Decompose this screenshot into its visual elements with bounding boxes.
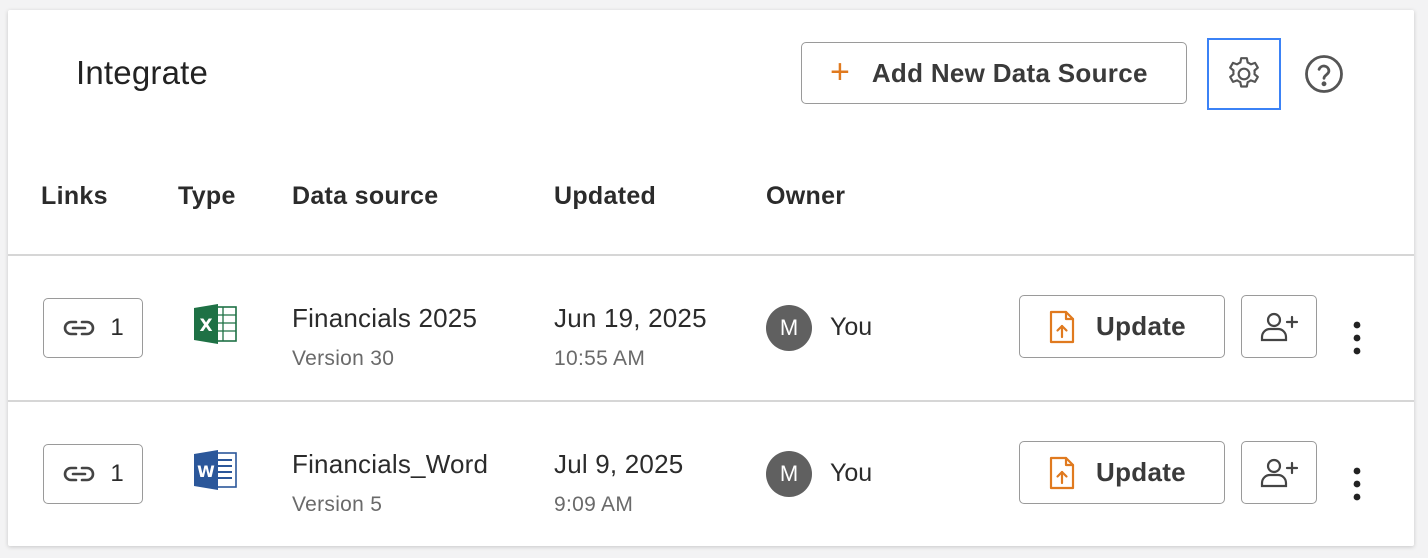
owner-name: You xyxy=(830,459,873,487)
links-count: 1 xyxy=(110,314,124,341)
data-source-name[interactable]: Financials_Word xyxy=(292,449,488,480)
column-header-data-source: Data source xyxy=(292,182,439,210)
update-button-label: Update xyxy=(1096,311,1186,341)
avatar: M xyxy=(766,305,812,351)
link-icon xyxy=(64,466,95,482)
link-icon xyxy=(64,320,95,336)
integrate-panel: Integrate + Add New Data Source Links Ty… xyxy=(8,10,1414,546)
column-header-type: Type xyxy=(178,182,236,210)
update-button-label: Update xyxy=(1096,457,1186,487)
file-upload-icon xyxy=(1049,456,1075,489)
help-button[interactable] xyxy=(1302,52,1346,96)
updated-time: 10:55 AM xyxy=(554,347,646,370)
add-user-icon xyxy=(1260,458,1299,487)
page-title: Integrate xyxy=(76,54,209,91)
update-button[interactable]: Update xyxy=(1019,441,1225,504)
table-row: 1 W Financials_Word Version 5 Jul 9, 202… xyxy=(8,401,1414,547)
data-source-name[interactable]: Financials 2025 xyxy=(292,303,477,334)
updated-date: Jul 9, 2025 xyxy=(554,449,684,479)
updated-time: 9:09 AM xyxy=(554,493,634,516)
links-button[interactable]: 1 xyxy=(43,298,143,358)
share-button[interactable] xyxy=(1241,295,1317,358)
add-new-data-source-button[interactable]: + Add New Data Source xyxy=(801,42,1187,104)
update-button[interactable]: Update xyxy=(1019,295,1225,358)
data-source-version: Version 30 xyxy=(292,347,395,370)
updated-date: Jun 19, 2025 xyxy=(554,303,707,333)
more-options-button[interactable] xyxy=(1340,459,1374,509)
file-upload-icon xyxy=(1049,310,1075,343)
more-options-button[interactable] xyxy=(1340,313,1374,363)
column-header-updated: Updated xyxy=(554,182,657,210)
table-row: 1 X Financials 2025 Version 30 Jun 19, 2… xyxy=(8,255,1414,401)
column-header-links: Links xyxy=(41,182,108,210)
share-button[interactable] xyxy=(1241,441,1317,504)
owner-name: You xyxy=(830,313,873,341)
data-source-version: Version 5 xyxy=(292,493,383,516)
add-new-data-source-label: Add New Data Source xyxy=(871,57,1148,88)
plus-icon: + xyxy=(830,52,850,91)
more-vertical-icon xyxy=(1353,467,1361,501)
links-count: 1 xyxy=(110,460,124,487)
avatar: M xyxy=(766,451,812,497)
word-icon: W xyxy=(192,449,238,496)
help-circle-icon xyxy=(1305,55,1343,93)
gear-icon xyxy=(1229,57,1259,88)
links-button[interactable]: 1 xyxy=(43,444,143,504)
excel-icon: X xyxy=(192,303,238,350)
column-header-owner: Owner xyxy=(766,182,846,210)
more-vertical-icon xyxy=(1353,321,1361,355)
settings-button[interactable] xyxy=(1207,38,1281,110)
svg-text:X: X xyxy=(199,316,212,336)
add-user-icon xyxy=(1260,312,1299,341)
svg-text:W: W xyxy=(197,462,215,481)
